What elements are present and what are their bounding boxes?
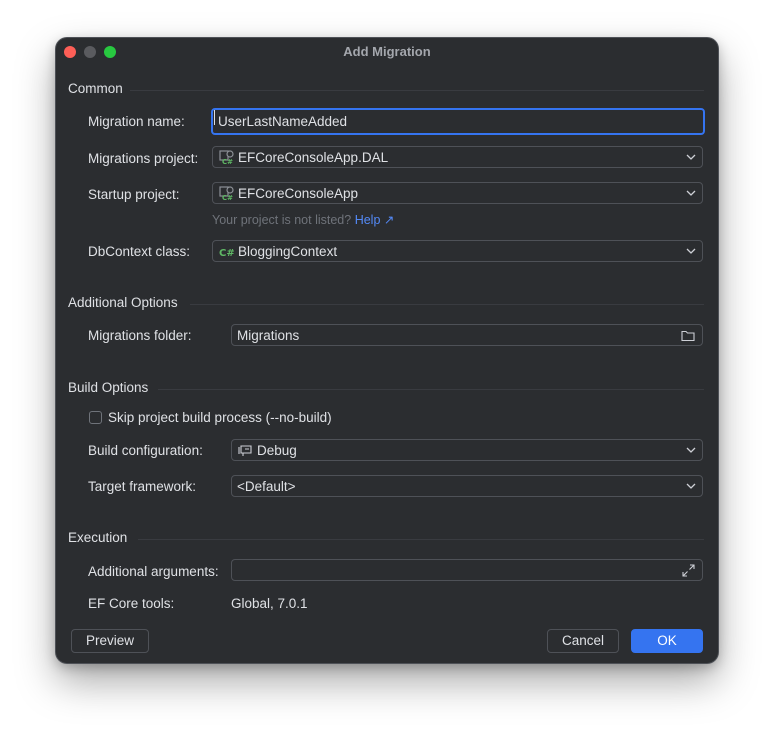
svg-text:C#: C#	[222, 194, 233, 201]
section-divider	[138, 539, 704, 540]
help-link[interactable]: Help ↗	[355, 213, 395, 227]
dbcontext-select[interactable]: C# BloggingContext	[212, 240, 703, 262]
migration-name-input[interactable]: UserLastNameAdded	[211, 108, 705, 135]
hint-text: Your project is not listed?	[212, 213, 352, 227]
csharp-project-icon: C#	[219, 186, 234, 201]
build-configuration-select[interactable]: Debug	[231, 439, 703, 461]
project-not-listed-hint: Your project is not listed? Help ↗	[212, 212, 394, 227]
section-divider	[190, 304, 704, 305]
skip-build-label[interactable]: Skip project build process (--no-build)	[108, 410, 332, 425]
additional-arguments-input[interactable]	[231, 559, 703, 581]
text-caret	[214, 110, 215, 125]
configuration-icon	[238, 445, 252, 456]
svg-text:C#: C#	[222, 158, 233, 165]
build-configuration-label: Build configuration:	[88, 443, 203, 458]
window-title: Add Migration	[343, 44, 431, 59]
expand-icon[interactable]	[682, 564, 695, 577]
ef-core-tools-value: Global, 7.0.1	[231, 596, 308, 611]
additional-arguments-label: Additional arguments:	[88, 564, 219, 579]
preview-button[interactable]: Preview	[71, 629, 149, 653]
chevron-down-icon	[686, 190, 696, 196]
build-configuration-value: Debug	[257, 443, 297, 458]
csharp-class-icon: C#	[219, 248, 234, 259]
migrations-project-value: EFCoreConsoleApp.DAL	[238, 150, 389, 165]
chevron-down-icon	[686, 248, 696, 254]
chevron-down-icon	[686, 447, 696, 453]
skip-build-checkbox[interactable]	[89, 411, 102, 424]
migrations-folder-value: Migrations	[237, 328, 300, 343]
migration-name-label: Migration name:	[88, 114, 185, 129]
title-bar: Add Migration	[56, 38, 718, 66]
migrations-project-label: Migrations project:	[88, 151, 199, 166]
cancel-button[interactable]: Cancel	[547, 629, 619, 653]
csharp-project-icon: C#	[219, 150, 234, 165]
section-additional-options: Additional Options	[68, 295, 704, 313]
section-title-execution: Execution	[68, 530, 128, 545]
folder-icon[interactable]	[681, 329, 695, 342]
chevron-down-icon	[686, 483, 696, 489]
section-title-common: Common	[68, 81, 123, 96]
migrations-project-select[interactable]: C# EFCoreConsoleApp.DAL	[212, 146, 703, 168]
ok-button[interactable]: OK	[631, 629, 703, 653]
ef-core-tools-label: EF Core tools:	[88, 596, 175, 611]
section-execution: Execution	[68, 530, 704, 548]
startup-project-label: Startup project:	[88, 187, 180, 202]
chevron-down-icon	[686, 154, 696, 160]
migrations-folder-label: Migrations folder:	[88, 328, 192, 343]
add-migration-dialog: Add Migration Common Migration name: Use…	[56, 38, 718, 663]
target-framework-label: Target framework:	[88, 479, 197, 494]
section-divider	[158, 389, 704, 390]
section-common: Common	[68, 81, 704, 99]
section-title-build: Build Options	[68, 380, 149, 395]
section-divider	[130, 90, 704, 91]
target-framework-value: <Default>	[237, 479, 296, 494]
section-title-additional: Additional Options	[68, 295, 178, 310]
dbcontext-value: BloggingContext	[238, 244, 338, 259]
target-framework-select[interactable]: <Default>	[231, 475, 703, 497]
migration-name-value: UserLastNameAdded	[218, 114, 348, 129]
dbcontext-label: DbContext class:	[88, 244, 191, 259]
svg-text:C#: C#	[219, 248, 234, 259]
startup-project-value: EFCoreConsoleApp	[238, 186, 359, 201]
startup-project-select[interactable]: C# EFCoreConsoleApp	[212, 182, 703, 204]
migrations-folder-input[interactable]: Migrations	[231, 324, 703, 346]
section-build-options: Build Options	[68, 380, 704, 398]
